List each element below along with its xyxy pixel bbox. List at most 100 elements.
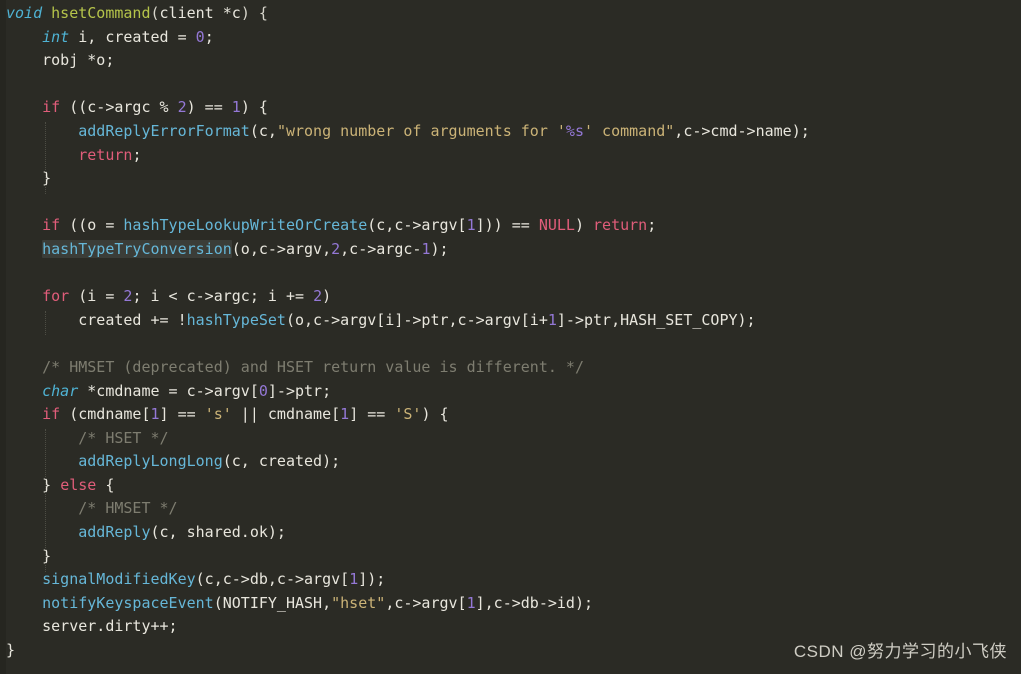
code-token: 2	[313, 287, 323, 306]
code-token: hashTypeTryConversion	[42, 239, 232, 258]
code-token: 0	[258, 381, 268, 400]
code-line[interactable]: addReplyErrorFormat(c,"wrong number of a…	[0, 120, 1021, 144]
code-token: );	[430, 239, 449, 258]
code-token: (c, created);	[222, 452, 341, 471]
code-line[interactable]: char *cmdname = c->argv[0]->ptr;	[0, 380, 1021, 404]
code-line[interactable]: robj *o;	[0, 49, 1021, 73]
code-token: ]->ptr;	[267, 381, 332, 400]
code-line[interactable]: if ((c->argc % 2) == 1) {	[0, 96, 1021, 120]
code-token: ) {	[240, 4, 268, 22]
code-line[interactable]: void hsetCommand(client *c) {	[0, 2, 1021, 26]
code-token: || cmdname[	[231, 405, 341, 424]
code-token: ,c->argv[	[385, 593, 467, 612]
code-token: if	[42, 216, 61, 235]
code-token: void	[6, 4, 43, 22]
code-line[interactable]	[0, 332, 1021, 356]
code-token: 1	[340, 405, 350, 424]
code-token: ) ==	[186, 98, 232, 117]
code-line[interactable]: return;	[0, 144, 1021, 168]
code-token: ;	[204, 27, 214, 46]
indent-guide-1	[45, 311, 46, 335]
code-line[interactable]: }	[0, 545, 1021, 569]
code-token: 1	[150, 405, 160, 424]
code-token: if	[42, 405, 61, 424]
code-line[interactable]: signalModifiedKey(c,c->db,c->argv[1]);	[0, 568, 1021, 592]
code-token: i, created =	[69, 27, 196, 46]
code-token: ) {	[421, 405, 449, 424]
code-lines[interactable]: void hsetCommand(client *c) { int i, cre…	[0, 2, 1021, 663]
code-token: client *c	[159, 4, 241, 22]
code-token: addReplyErrorFormat	[78, 121, 250, 140]
code-token: notifyKeyspaceEvent	[42, 593, 214, 612]
code-token: ; i < c->argc; i +=	[132, 287, 314, 306]
code-token: return	[593, 216, 648, 235]
code-token: (c,c->db,c->argv[	[195, 570, 350, 589]
code-token: server.dirty++;	[6, 617, 178, 636]
code-line[interactable]: /* HMSET */	[0, 497, 1021, 521]
code-line[interactable]: addReplyLongLong(c, created);	[0, 450, 1021, 474]
code-token: (c,	[249, 121, 277, 140]
code-line[interactable]: } else {	[0, 474, 1021, 498]
code-line[interactable]: if ((o = hashTypeLookupWriteOrCreate(c,c…	[0, 214, 1021, 238]
code-token: signalModifiedKey	[42, 570, 196, 589]
code-line[interactable]: server.dirty++;	[0, 615, 1021, 639]
code-token: ,c->argc-	[340, 239, 422, 258]
code-token: 'S'	[394, 405, 422, 424]
code-line[interactable]: /* HSET */	[0, 427, 1021, 451]
code-line[interactable]: }	[0, 167, 1021, 191]
code-line[interactable]: notifyKeyspaceEvent(NOTIFY_HASH,"hset",c…	[0, 592, 1021, 616]
code-token: )	[574, 216, 594, 235]
code-editor-content[interactable]: void hsetCommand(client *c) { int i, cre…	[0, 0, 1021, 674]
code-token: else	[60, 475, 97, 494]
code-token: if	[42, 98, 61, 117]
code-line[interactable]: /* HMSET (deprecated) and HSET return va…	[0, 356, 1021, 380]
code-token: addReplyLongLong	[78, 452, 223, 471]
code-token: ,c->cmd->name);	[674, 121, 810, 140]
code-line[interactable]: addReply(c, shared.ok);	[0, 521, 1021, 545]
code-token: 's'	[204, 405, 232, 424]
code-token: ] ==	[159, 405, 205, 424]
code-line[interactable]	[0, 191, 1021, 215]
code-token: return	[78, 145, 133, 164]
code-line[interactable]: int i, created = 0;	[0, 26, 1021, 50]
code-token: /* HMSET */	[78, 499, 178, 518]
csdn-watermark: CSDN @努力学习的小飞侠	[793, 642, 1007, 662]
code-token: )	[322, 287, 332, 306]
code-token: hsetCommand	[51, 4, 151, 22]
code-line[interactable]: created += !hashTypeSet(o,c->argv[i]->pt…	[0, 309, 1021, 333]
code-line[interactable]: for (i = 2; i < c->argc; i += 2)	[0, 285, 1021, 309]
code-token: (	[150, 4, 160, 22]
code-token: (i =	[69, 287, 124, 306]
code-token: %s	[565, 121, 584, 140]
code-line[interactable]	[0, 262, 1021, 286]
code-line[interactable]: if (cmdname[1] == 's' || cmdname[1] == '…	[0, 403, 1021, 427]
code-token: ])) ==	[475, 216, 539, 235]
code-token: created += !	[6, 310, 187, 329]
code-line[interactable]: hashTypeTryConversion(o,c->argv,2,c->arg…	[0, 238, 1021, 262]
code-token: for	[42, 287, 70, 306]
code-token: (cmdname[	[60, 405, 151, 424]
code-token: "wrong number of arguments for '	[276, 121, 566, 140]
code-token: 2	[177, 98, 187, 117]
code-token: "hset"	[331, 593, 386, 612]
code-token: /* HMSET (deprecated) and HSET return va…	[42, 357, 584, 376]
code-token: ((o =	[60, 216, 124, 235]
code-token: (c, shared.ok);	[150, 523, 286, 542]
code-line[interactable]	[0, 73, 1021, 97]
code-token: ]);	[358, 570, 386, 589]
indent-guide-3	[45, 500, 46, 572]
code-token: 1	[466, 216, 476, 235]
code-token: {	[96, 475, 115, 494]
